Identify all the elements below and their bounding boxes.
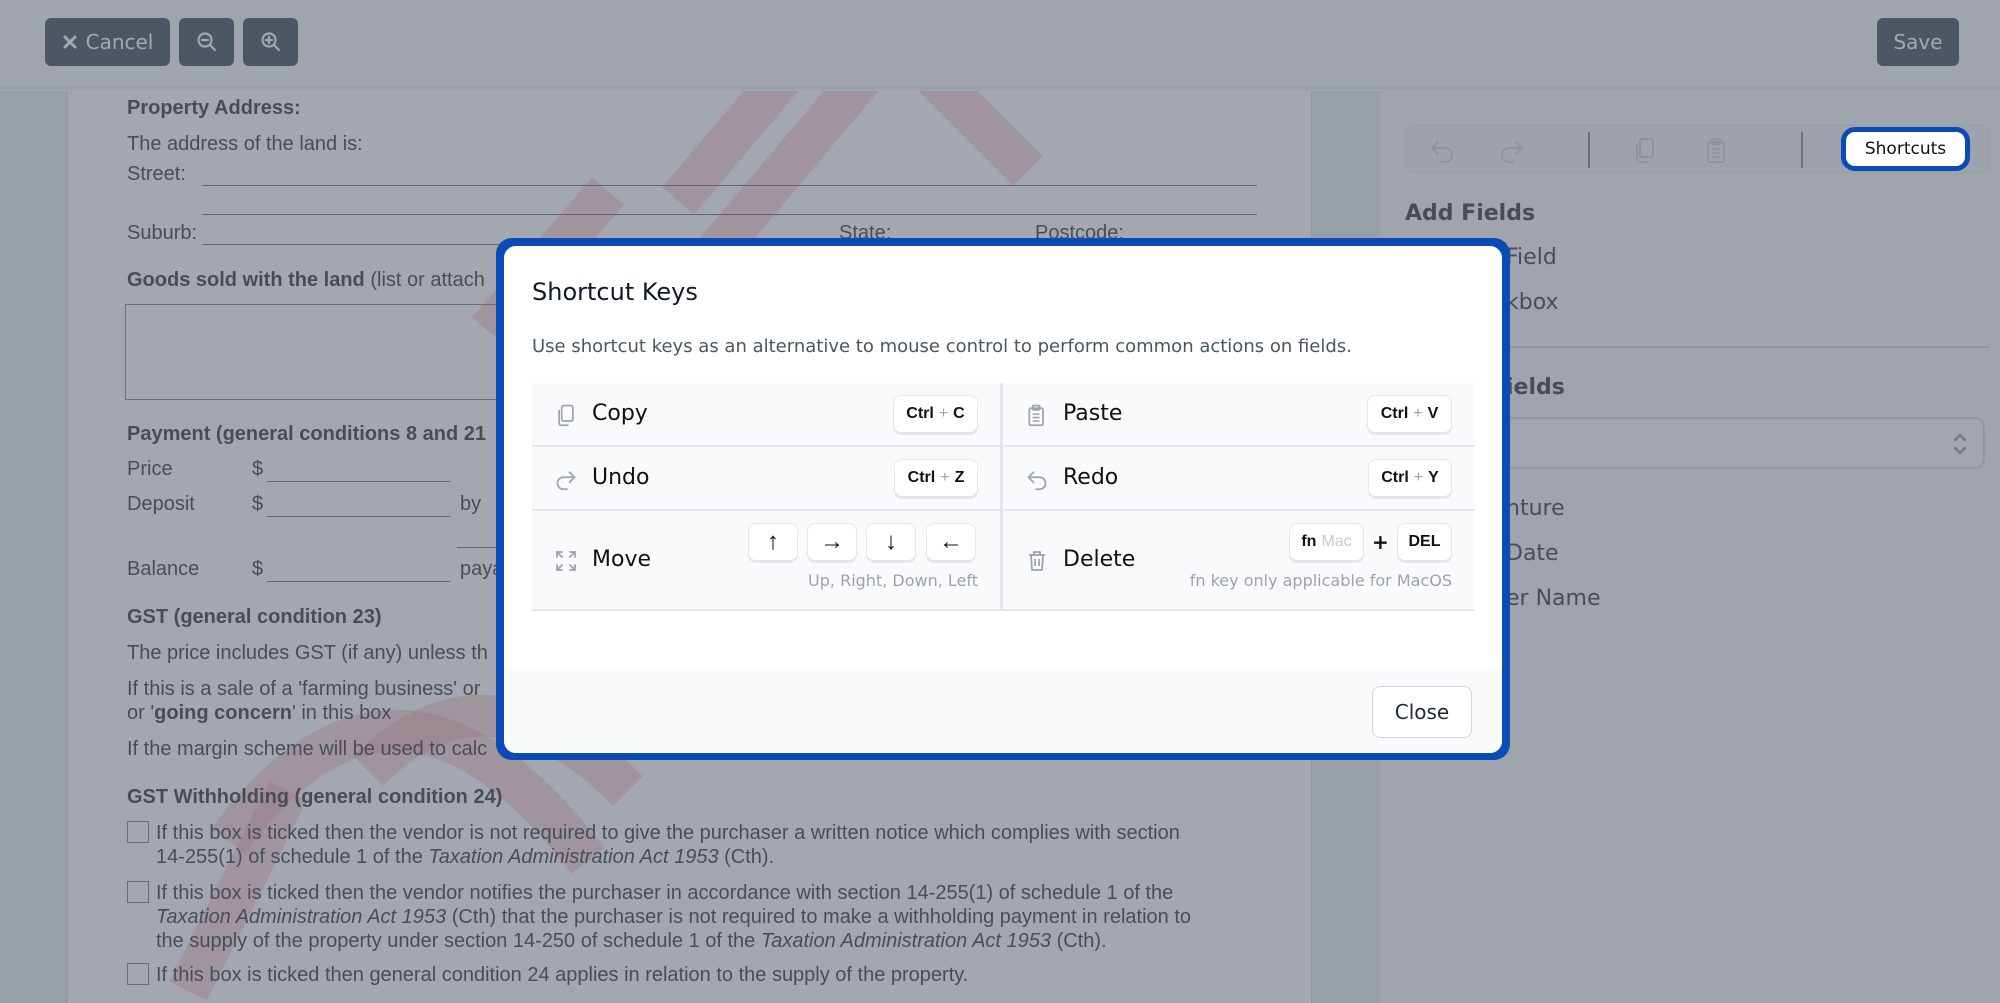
key-ctrl-v: Ctrl + V [1367,395,1452,433]
shortcut-undo: Undo Ctrl + Z [532,447,1000,511]
key-arrow-down: ↓ [866,523,916,561]
shortcut-delete: Delete fn Mac + DEL fn key only applicabl… [1003,511,1474,611]
key-arrow-left: ← [926,523,976,561]
shortcut-label: Delete [1063,547,1136,572]
key-del: DEL [1397,523,1452,561]
key-arrow-up: ↑ [748,523,798,561]
key-ctrl-y: Ctrl + Y [1368,459,1452,497]
dialog-footer: Close [504,669,1502,753]
move-icon [554,549,578,573]
delete-hint: fn key only applicable for MacOS [1189,571,1452,590]
move-hint: Up, Right, Down, Left [808,571,978,590]
shortcut-label: Undo [592,465,650,490]
close-button[interactable]: Close [1372,686,1472,738]
undo-icon [554,467,578,491]
shortcut-label: Copy [592,401,648,426]
redo-icon [1025,467,1049,491]
dialog-title: Shortcut Keys [532,278,698,306]
key-fn: fn Mac [1289,523,1364,561]
key-plus: + [1372,530,1389,554]
shortcut-label: Redo [1063,465,1119,490]
trash-icon [1025,549,1049,573]
shortcut-redo: Redo Ctrl + Y [1003,447,1474,511]
shortcut-paste: Paste Ctrl + V [1003,383,1474,447]
copy-icon [554,403,578,427]
dialog-description: Use shortcut keys as an alternative to m… [532,336,1352,357]
shortcuts-button[interactable]: Shortcuts [1841,127,1970,171]
shortcut-label: Move [592,547,651,572]
shortcut-move: Move ↑ → ↓ ← Up, Right, Down, Left [532,511,1000,611]
key-ctrl-c: Ctrl + C [893,395,978,433]
shortcuts-grid: Copy Ctrl + C Paste Ctrl + V Undo Ctrl + Z Red… [532,383,1474,611]
shortcut-copy: Copy Ctrl + C [532,383,1000,447]
key-ctrl-z: Ctrl + Z [894,459,978,497]
shortcut-label: Paste [1063,401,1123,426]
key-arrow-right: → [807,523,857,561]
paste-icon [1025,403,1049,427]
shortcut-keys-dialog: Shortcut Keys Use shortcut keys as an al… [504,246,1502,753]
